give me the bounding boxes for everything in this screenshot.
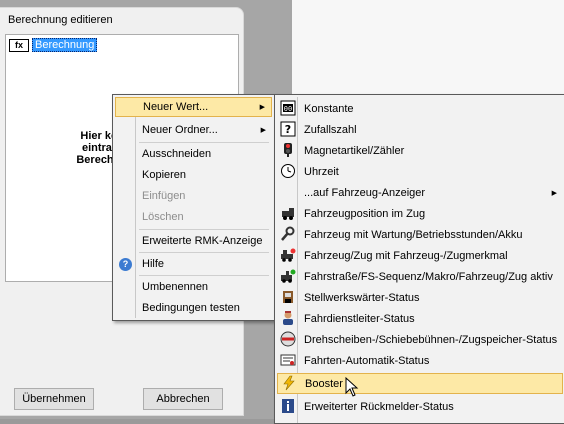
menu-separator — [139, 229, 269, 230]
submenu-item-signalman-status[interactable]: Stellwerkswärter-Status — [277, 287, 563, 308]
submenu-item-label: Fahrzeug/Zug mit Fahrzeug-/Zugmerkmal — [304, 249, 508, 262]
submenu-item-label: Drehscheiben-/Schiebebühnen-/Zugspeicher… — [304, 333, 558, 346]
submenu-item-label: Zufallszahl — [304, 123, 357, 136]
submenu-item-label: Fahrzeug mit Wartung/Betriebsstunden/Akk… — [304, 228, 523, 241]
locomotive-icon — [282, 208, 294, 220]
menu-item-test-conditions[interactable]: Bedingungen testen — [115, 298, 272, 318]
submenu-item-extended-feedback-status[interactable]: Erweiterter Rückmelder-Status — [277, 396, 563, 417]
menu-item-paste[interactable]: Einfügen — [115, 186, 272, 206]
mouse-cursor-icon — [345, 377, 359, 397]
submenu-item-booster[interactable]: Booster — [277, 373, 563, 394]
submenu-item-label: Fahrstraße/FS-Sequenz/Makro/Fahrzeug/Zug… — [304, 270, 553, 283]
submenu-item-time[interactable]: Uhrzeit — [277, 161, 563, 182]
menu-item-delete[interactable]: Löschen — [115, 207, 272, 227]
submenu-item-turntable-status[interactable]: Drehscheiben-/Schiebebühnen-/Zugspeicher… — [277, 329, 563, 350]
submenu-item-vehicle-position[interactable]: Fahrzeugposition im Zug — [277, 203, 563, 224]
menu-item-label: Kopieren — [142, 169, 187, 181]
submenu-item-maintenance[interactable]: Fahrzeug mit Wartung/Betriebsstunden/Akk… — [277, 224, 563, 245]
function-icon: fx — [9, 38, 29, 52]
svg-text:?: ? — [285, 123, 291, 136]
menu-item-label: Ausschneiden — [142, 148, 212, 160]
submenu-item-vehicle-display[interactable]: ...auf Fahrzeug-Anzeiger ▶ — [277, 182, 563, 203]
tree-item-label: Berechnung — [32, 38, 98, 52]
svg-text:00: 00 — [284, 105, 292, 113]
submenu-item-automation-status[interactable]: Fahrten-Automatik-Status — [277, 350, 563, 371]
dialog-title: Berechnung editieren — [8, 14, 113, 26]
menu-item-label: Einfügen — [142, 190, 186, 202]
submenu-item-magnet-article[interactable]: Magnetartikel/Zähler — [277, 140, 563, 161]
menu-item-new-folder[interactable]: Neuer Ordner... ▶ — [115, 120, 272, 140]
menu-separator — [139, 252, 269, 253]
wrench-icon — [281, 226, 295, 241]
submenu-item-vehicle-attribute[interactable]: Fahrzeug/Zug mit Fahrzeug-/Zugmerkmal — [277, 245, 563, 266]
menu-separator — [139, 275, 269, 276]
turntable-icon — [280, 331, 296, 347]
signal-icon — [284, 143, 292, 157]
submenu-arrow-icon: ▶ — [259, 104, 265, 111]
submenu-item-label: Booster — [305, 377, 343, 390]
submenu-item-label: Erweiterter Rückmelder-Status — [304, 400, 454, 413]
menu-item-label: Bedingungen testen — [142, 302, 240, 314]
lightning-icon — [283, 375, 295, 391]
menu-item-label: Neuer Wert... — [143, 101, 209, 113]
menu-separator — [139, 142, 269, 143]
menu-item-copy[interactable]: Kopieren — [115, 165, 272, 185]
submenu-item-label: Fahrten-Automatik-Status — [304, 354, 430, 367]
clock-icon — [281, 164, 295, 178]
submenu-item-route-active[interactable]: Fahrstraße/FS-Sequenz/Makro/Fahrzeug/Zug… — [277, 266, 563, 287]
constant-icon: 00 — [280, 100, 296, 116]
signalman-icon — [283, 291, 293, 303]
submenu-item-label: Fahrdienstleiter-Status — [304, 312, 415, 325]
menu-item-label: Umbenennen — [142, 281, 209, 293]
tree-item-calculation[interactable]: fx Berechnung — [9, 38, 98, 52]
submenu-item-label: Magnetartikel/Zähler — [304, 144, 405, 157]
context-menu: Neuer Wert... ▶ Neuer Ordner... ▶ Aussch… — [112, 94, 275, 321]
menu-item-label: Neuer Ordner... — [142, 124, 218, 136]
info-icon — [282, 399, 294, 413]
submenu-item-label: ...auf Fahrzeug-Anzeiger — [304, 186, 426, 199]
random-icon: ? — [280, 121, 296, 137]
dispatcher-icon — [283, 311, 293, 325]
train-attribute-icon — [281, 248, 296, 262]
menu-item-rename[interactable]: Umbenennen — [115, 277, 272, 297]
cancel-button[interactable]: Abbrechen — [143, 388, 223, 410]
menu-item-new-value[interactable]: Neuer Wert... ▶ — [115, 97, 272, 117]
automation-icon — [280, 354, 296, 366]
help-icon: ? — [119, 257, 132, 271]
apply-button[interactable]: Übernehmen — [14, 388, 94, 410]
submenu-item-dispatcher-status[interactable]: Fahrdienstleiter-Status — [277, 308, 563, 329]
menu-item-label: Erweiterte RMK-Anzeige — [142, 235, 263, 247]
menu-item-cut[interactable]: Ausschneiden — [115, 144, 272, 164]
submenu-item-label: Konstante — [304, 102, 354, 115]
submenu-item-label: Uhrzeit — [304, 165, 339, 178]
submenu-arrow-icon: ▶ — [260, 127, 266, 134]
menu-item-help[interactable]: ? Hilfe — [115, 254, 272, 274]
route-icon — [281, 269, 296, 283]
submenu-item-label: Stellwerkswärter-Status — [304, 291, 420, 304]
menu-item-label: Hilfe — [142, 258, 165, 270]
submenu-item-label: Fahrzeugposition im Zug — [304, 207, 426, 220]
submenu-item-random[interactable]: ? Zufallszahl — [277, 119, 563, 140]
submenu-item-constant[interactable]: 00 Konstante — [277, 98, 563, 119]
submenu-arrow-icon: ▶ — [551, 189, 557, 197]
new-value-submenu: 00 Konstante ? Zufallszahl Magnetartikel… — [274, 94, 564, 424]
menu-item-extended-rmk[interactable]: Erweiterte RMK-Anzeige — [115, 231, 272, 251]
menu-item-label: Löschen — [142, 211, 184, 223]
